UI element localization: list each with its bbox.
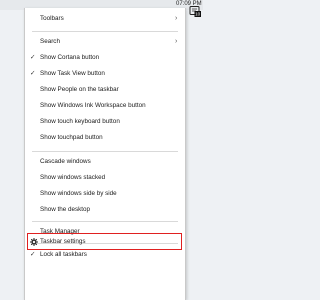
menu-item-label: Show windows side by side	[40, 190, 117, 197]
menu-item-show-people[interactable]: Show People on the taskbar	[25, 83, 185, 97]
menu-item-show-desktop[interactable]: Show the desktop	[25, 203, 185, 217]
menu-item-show-touchpad[interactable]: Show touchpad button	[25, 131, 185, 145]
menu-item-label: Cascade windows	[40, 158, 91, 165]
menu-item-toolbars[interactable]: Toolbars ›	[25, 12, 185, 26]
menu-item-search[interactable]: Search ›	[25, 35, 185, 49]
menu-item-label: Toolbars	[40, 15, 64, 22]
menu-item-show-keyboard[interactable]: Show touch keyboard button	[25, 115, 185, 129]
menu-item-label: Show touch keyboard button	[40, 118, 120, 125]
menu-item-label: Taskbar settings	[40, 238, 86, 245]
taskbar-context-menu: Toolbars › Search › ✓ Show Cortana butto…	[24, 8, 186, 300]
menu-item-label: Show People on the taskbar	[40, 86, 119, 93]
menu-item-cascade[interactable]: Cascade windows	[25, 155, 185, 169]
menu-item-lock-taskbars[interactable]: ✓ Lock all taskbars	[25, 248, 185, 262]
check-icon: ✓	[30, 54, 36, 61]
menu-item-label: Search	[40, 38, 60, 45]
menu-item-label: Show the desktop	[40, 206, 91, 213]
menu-item-taskbar-settings[interactable]: Taskbar settings	[25, 235, 185, 249]
notification-icon[interactable]: 10	[189, 5, 201, 17]
menu-item-label: Show Windows Ink Workspace button	[40, 102, 146, 109]
check-icon: ✓	[30, 70, 36, 77]
menu-item-show-ink[interactable]: Show Windows Ink Workspace button	[25, 99, 185, 113]
check-icon: ✓	[30, 251, 36, 258]
menu-separator	[32, 31, 178, 32]
menu-item-stacked[interactable]: Show windows stacked	[25, 171, 185, 185]
gear-icon	[30, 238, 38, 246]
chevron-right-icon: ›	[175, 38, 178, 45]
menu-item-side-by-side[interactable]: Show windows side by side	[25, 187, 185, 201]
menu-item-label: Show touchpad button	[40, 134, 103, 141]
menu-item-show-task-view[interactable]: ✓ Show Task View button	[25, 67, 185, 81]
chevron-right-icon: ›	[175, 15, 178, 22]
menu-item-label: Show windows stacked	[40, 174, 106, 181]
menu-item-label: Lock all taskbars	[40, 251, 87, 258]
menu-separator	[32, 221, 178, 222]
notification-count: 10	[195, 12, 201, 17]
menu-item-show-cortana[interactable]: ✓ Show Cortana button	[25, 51, 185, 65]
menu-item-label: Show Task View button	[40, 70, 105, 77]
menu-separator	[32, 151, 178, 152]
menu-item-label: Show Cortana button	[40, 54, 100, 61]
